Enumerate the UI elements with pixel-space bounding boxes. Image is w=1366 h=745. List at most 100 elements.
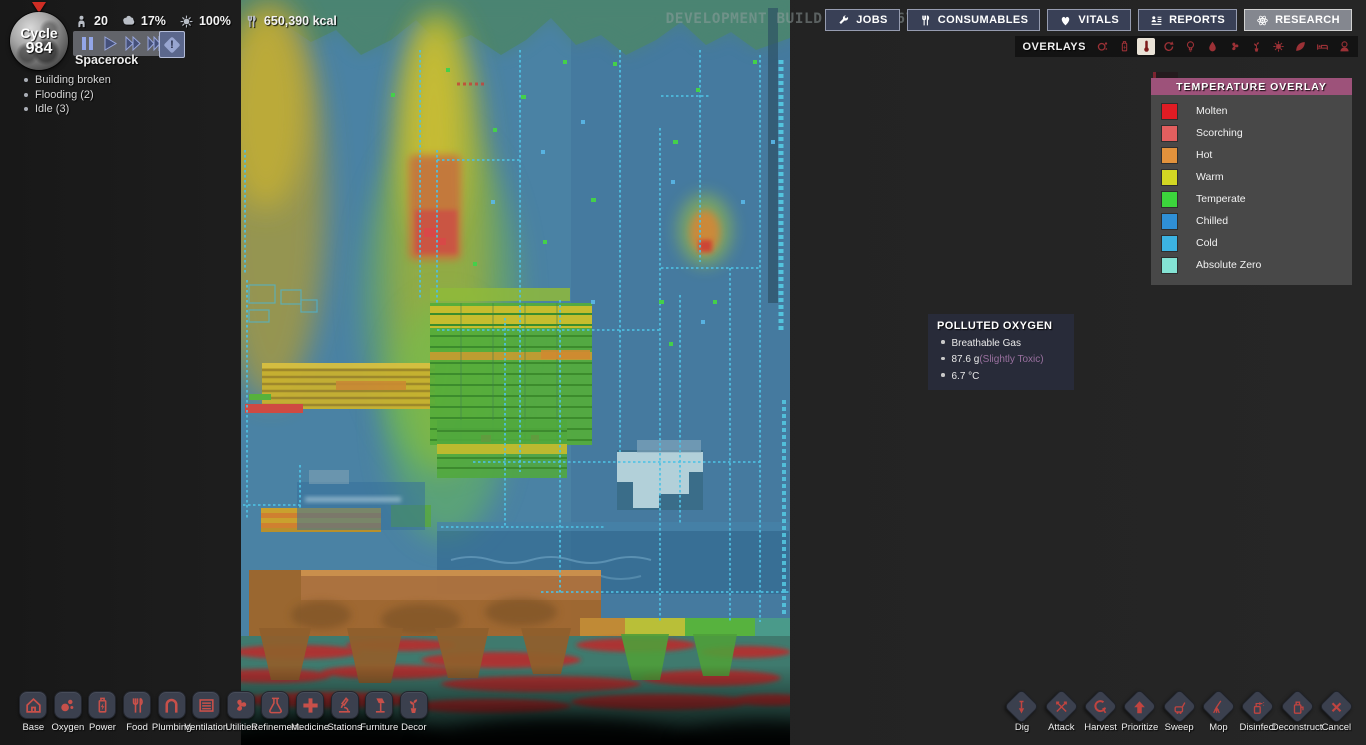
plumbing-overlay-icon — [1206, 40, 1219, 53]
light-overlay-button[interactable] — [1181, 38, 1199, 55]
build-category-oxygen[interactable]: Oxygen — [51, 691, 86, 733]
build-category-label: Stations — [327, 722, 361, 733]
legend-label: Absolute Zero — [1196, 259, 1261, 271]
fast-button[interactable] — [123, 33, 143, 54]
build-category-power[interactable]: Power — [85, 691, 120, 733]
reports-button[interactable]: REPORTS — [1138, 9, 1237, 31]
notifications-button[interactable]: ! — [159, 31, 185, 58]
legend-label: Scorching — [1196, 127, 1243, 139]
exosuit-overlay-button[interactable] — [1335, 38, 1353, 55]
alert-text: Building broken — [35, 74, 111, 86]
tool-label: Sweep — [1165, 722, 1194, 733]
rooms-overlay-button[interactable] — [1313, 38, 1331, 55]
legend-row-absolute-zero: Absolute Zero — [1151, 254, 1352, 276]
build-category-stations[interactable]: Stations — [327, 691, 362, 733]
oxygen-overlay-icon — [1096, 40, 1109, 53]
stat-calories-value: 650,390 kcal — [264, 14, 337, 28]
build-category-label: Ventilation — [184, 722, 228, 733]
legend-label: Hot — [1196, 149, 1212, 161]
decor-icon — [404, 696, 423, 715]
duplicant-icon — [74, 14, 89, 29]
germs-overlay-button[interactable] — [1269, 38, 1287, 55]
ventilation-icon — [197, 696, 216, 715]
materials-overlay-button[interactable] — [1159, 38, 1177, 55]
build-category-label: Power — [89, 722, 116, 733]
legend-label: Cold — [1196, 237, 1218, 249]
attack-tool[interactable]: Attack — [1042, 691, 1081, 733]
tooltip-text: Breathable Gas — [952, 338, 1022, 349]
farming-overlay-button[interactable] — [1247, 38, 1265, 55]
alert-idle[interactable]: Idle (3) — [24, 102, 111, 117]
atom-icon — [1256, 14, 1269, 27]
build-category-medicine[interactable]: Medicine — [293, 691, 328, 733]
plumbing-icon — [162, 696, 181, 715]
stations-icon — [335, 696, 354, 715]
stat-duplicants-value: 20 — [94, 14, 108, 28]
alert-building-broken[interactable]: Building broken — [24, 73, 111, 88]
colony-stats: 20 17% 100% 650,390 kcal — [74, 12, 337, 30]
mop-tool[interactable]: Mop — [1199, 691, 1238, 733]
medicine-icon — [301, 696, 320, 715]
legend-row-chilled: Chilled — [1151, 210, 1352, 232]
prioritize-tool[interactable]: Prioritize — [1120, 691, 1159, 733]
legend-row-temperate: Temperate — [1151, 188, 1352, 210]
sweep-tool[interactable]: Sweep — [1160, 691, 1199, 733]
wrench-icon — [837, 14, 850, 27]
build-category-label: Decor — [401, 722, 426, 733]
pause-button[interactable] — [77, 33, 97, 54]
power-overlay-button[interactable] — [1115, 38, 1133, 55]
research-button[interactable]: RESEARCH — [1244, 9, 1352, 31]
reports-label: REPORTS — [1169, 14, 1225, 26]
bullet-icon — [24, 107, 28, 111]
utilities-icon — [231, 696, 250, 715]
play-button[interactable] — [100, 33, 120, 54]
consumables-button[interactable]: CONSUMABLES — [907, 9, 1041, 31]
legend-label: Temperate — [1196, 193, 1246, 205]
build-category-ventilation[interactable]: Ventilation — [189, 691, 224, 733]
legend-label: Molten — [1196, 105, 1228, 117]
vitals-button[interactable]: VITALS — [1047, 9, 1131, 31]
heart-icon — [1059, 14, 1072, 27]
molten-swatch — [1162, 104, 1177, 119]
game-screen: Cycle 984 20 17% 100% 650,390 kcal — [0, 0, 1366, 745]
alert-text: Idle (3) — [35, 103, 69, 115]
vitals-label: VITALS — [1078, 14, 1119, 26]
cell-tooltip: POLLUTED OXYGEN Breathable Gas 87.6 g (S… — [928, 314, 1074, 390]
alert-text: Flooding (2) — [35, 89, 94, 101]
harvest-tool[interactable]: Harvest — [1081, 691, 1120, 733]
stat-stress: 17% — [121, 14, 166, 29]
build-category-label: Food — [126, 722, 148, 733]
cycle-number: 984 — [26, 40, 53, 57]
dig-tool[interactable]: Dig — [1002, 691, 1041, 733]
cancel-tool[interactable]: Cancel — [1317, 691, 1356, 733]
jobs-button[interactable]: JOBS — [825, 9, 900, 31]
tool-menu: Dig Attack Harvest Prioritize Sweep Mop … — [1002, 691, 1356, 733]
power-icon — [93, 696, 112, 715]
alert-flooding[interactable]: Flooding (2) — [24, 88, 111, 103]
alert-exclamation-icon: ! — [170, 39, 174, 51]
consumables-label: CONSUMABLES — [938, 14, 1029, 26]
mop-icon — [1210, 698, 1226, 714]
temperate-swatch — [1162, 192, 1177, 207]
build-category-decor[interactable]: Decor — [397, 691, 432, 733]
oxygen-icon — [58, 696, 77, 715]
build-category-refinement[interactable]: Refinement — [258, 691, 293, 733]
build-category-base[interactable]: Base — [16, 691, 51, 733]
temperature-overlay-button[interactable] — [1137, 38, 1155, 55]
power-overlay-icon — [1118, 40, 1131, 53]
ventilation-overlay-button[interactable] — [1225, 38, 1243, 55]
build-category-furniture[interactable]: Furniture — [362, 691, 397, 733]
germ-icon — [179, 14, 194, 29]
decor-overlay-button[interactable] — [1291, 38, 1309, 55]
bullet-icon — [941, 340, 945, 344]
deconstruct-tool[interactable]: Deconstruct — [1277, 691, 1316, 733]
stress-icon — [121, 14, 136, 29]
disinfect-icon — [1250, 698, 1266, 714]
build-category-food[interactable]: Food — [120, 691, 155, 733]
game-world-viewport[interactable] — [241, 0, 790, 745]
stat-immunity-value: 100% — [199, 14, 231, 28]
plumbing-overlay-button[interactable] — [1203, 38, 1221, 55]
bullet-icon — [24, 93, 28, 97]
oxygen-overlay-button[interactable] — [1093, 38, 1111, 55]
legend-row-cold: Cold — [1151, 232, 1352, 254]
